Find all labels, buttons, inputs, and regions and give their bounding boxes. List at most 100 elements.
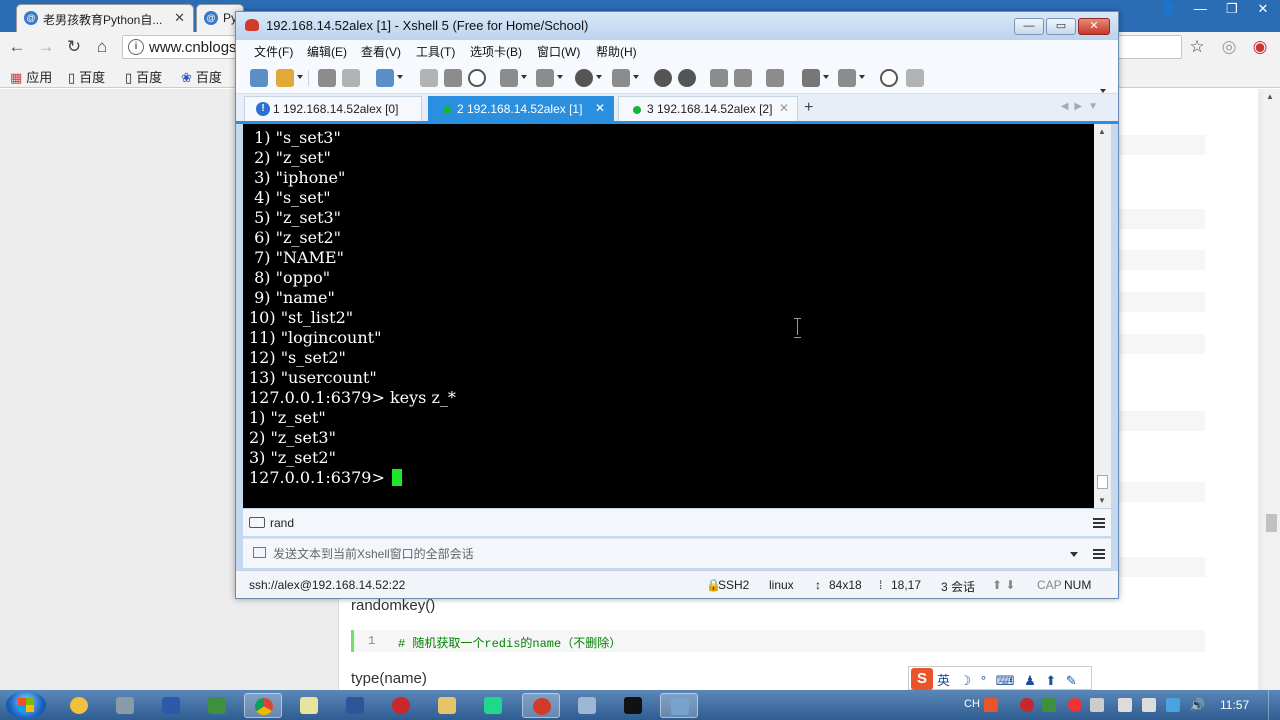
menu-window[interactable]: 窗口(W) [537, 43, 580, 60]
status-sessions[interactable]: 3 会话 [941, 578, 975, 595]
clock[interactable]: 11:57 [1220, 698, 1249, 712]
chevron-down-icon[interactable] [397, 75, 403, 79]
bookmark-baidu-2[interactable]: ▯ 百度 [125, 67, 162, 86]
chevron-down-icon[interactable] [633, 75, 639, 79]
scroll-down-icon[interactable]: ▼ [1098, 496, 1106, 505]
home-icon[interactable]: ⌂ [91, 37, 113, 57]
toolbar-overflow-icon[interactable] [1100, 89, 1106, 93]
copy-icon[interactable] [420, 69, 438, 87]
find-icon[interactable] [468, 69, 486, 87]
taskbar-app-4[interactable] [198, 693, 236, 718]
taskbar-chrome[interactable] [244, 693, 282, 718]
tab-scroll-icons[interactable]: ◀▶▼ [1061, 101, 1104, 112]
tab-close-icon[interactable]: ✕ [174, 10, 185, 26]
new-tab-icon[interactable] [802, 69, 820, 87]
opera-extension-icon[interactable]: ◉ [1249, 37, 1271, 57]
bookmark-baidu-3[interactable]: ❀ 百度 [181, 67, 222, 86]
send-to-all-input[interactable]: 发送文本到当前Xshell窗口的全部会话 [273, 545, 1073, 563]
user-icon[interactable]: 👤 [1156, 0, 1182, 18]
chat-icon[interactable] [906, 69, 924, 87]
globe-icon[interactable] [575, 69, 593, 87]
chevron-down-icon[interactable] [521, 75, 527, 79]
chevron-down-icon[interactable] [859, 75, 865, 79]
session-tab-1[interactable]: 2 192.168.14.52alex [1] ✕ [428, 96, 614, 121]
tray-app-icon[interactable] [1166, 698, 1180, 712]
keyboard-icon[interactable] [766, 69, 784, 87]
sogou-tray-icon[interactable] [984, 698, 998, 712]
taskbar-app-12[interactable] [568, 693, 606, 718]
disconnect-icon[interactable] [342, 69, 360, 87]
menu-file[interactable]: 文件(F) [254, 43, 293, 60]
xmanager-icon[interactable] [678, 69, 696, 87]
xftp-icon[interactable] [654, 69, 672, 87]
compose-menu-icon[interactable] [1093, 549, 1105, 559]
session-nav-icons[interactable]: ⬆ ⬇ [992, 578, 1015, 592]
browser-tab-1[interactable]: @ 老男孩教育Python自... ✕ [16, 4, 194, 32]
taskbar-cmd[interactable] [614, 693, 652, 718]
network-icon[interactable] [1118, 698, 1132, 712]
taskbar-word[interactable] [336, 693, 374, 718]
menu-tools[interactable]: 工具(T) [416, 43, 455, 60]
connect-icon[interactable] [318, 69, 336, 87]
add-tab-button[interactable]: + [804, 99, 813, 117]
start-button[interactable] [6, 691, 46, 719]
menu-tabs[interactable]: 选项卡(B) [470, 43, 522, 60]
minimize-icon[interactable]: — [1187, 0, 1213, 18]
help-icon[interactable] [880, 69, 898, 87]
scroll-up-icon[interactable]: ▲ [1266, 92, 1274, 101]
chevron-down-icon[interactable] [596, 75, 602, 79]
maximize-button[interactable]: ▭ [1046, 18, 1076, 35]
minimize-button[interactable]: — [1014, 18, 1044, 35]
tray-app-icon[interactable] [1042, 698, 1056, 712]
quick-command-button[interactable]: rand [270, 516, 294, 530]
extension-icon[interactable]: ◎ [1218, 37, 1240, 57]
close-button[interactable]: ✕ [1078, 18, 1110, 35]
session-tab-0[interactable]: ! 1 192.168.14.52alex [0] [244, 96, 422, 121]
chevron-down-icon[interactable] [297, 75, 303, 79]
layout-icon[interactable] [838, 69, 856, 87]
fullscreen-icon[interactable] [710, 69, 728, 87]
display-icon[interactable] [1142, 698, 1156, 712]
font-icon[interactable] [612, 69, 630, 87]
paste-icon[interactable] [444, 69, 462, 87]
taskbar-app-14[interactable] [660, 693, 698, 718]
terminal-scrollbar[interactable]: ▲ ▼ [1094, 124, 1111, 508]
taskbar-app-2[interactable] [106, 693, 144, 718]
properties-icon[interactable] [376, 69, 394, 87]
taskbar-pycharm[interactable] [474, 693, 512, 718]
lock-icon[interactable] [734, 69, 752, 87]
taskbar-explorer[interactable] [428, 693, 466, 718]
show-desktop-button[interactable] [1268, 690, 1280, 720]
terminal-prompt-line[interactable]: 127.0.0.1:6379> [249, 468, 456, 488]
quickbar-menu-icon[interactable] [1093, 518, 1105, 528]
ime-language[interactable]: CH [964, 698, 980, 710]
taskbar-app-3[interactable] [152, 693, 190, 718]
back-icon[interactable]: ← [6, 37, 28, 57]
info-icon[interactable]: i [128, 39, 144, 55]
menu-view[interactable]: 查看(V) [361, 43, 401, 60]
antivirus-icon[interactable] [1020, 698, 1034, 712]
chevron-down-icon[interactable] [823, 75, 829, 79]
menu-edit[interactable]: 编辑(E) [307, 43, 347, 60]
terminal-view[interactable]: 1) "s_set3" 2) "z_set" 3) "iphone" 4) "s… [243, 124, 1094, 508]
tab-close-icon[interactable]: ✕ [779, 101, 789, 115]
tray-app-icon[interactable] [1090, 698, 1104, 712]
reload-icon[interactable]: ↻ [63, 37, 85, 57]
bookmark-baidu-1[interactable]: ▯ 百度 [68, 67, 105, 86]
taskbar-app-8[interactable] [382, 693, 420, 718]
tab-close-icon[interactable]: ✕ [595, 101, 605, 115]
scroll-thumb[interactable] [1097, 475, 1108, 489]
new-session-icon[interactable] [250, 69, 268, 87]
chevron-down-icon[interactable] [1070, 552, 1078, 557]
taskbar-app-1[interactable] [60, 693, 98, 718]
taskbar-notepad[interactable] [290, 693, 328, 718]
scroll-thumb[interactable] [1266, 514, 1277, 532]
ime-options[interactable]: 英 ☽ ° ⌨ ♟ ⬆ ✎ [937, 670, 1080, 689]
record-icon[interactable] [1068, 698, 1082, 712]
open-folder-icon[interactable] [276, 69, 294, 87]
scroll-up-icon[interactable]: ▲ [1098, 127, 1106, 136]
volume-icon[interactable]: 🔊 [1190, 698, 1205, 712]
taskbar-xshell[interactable] [522, 693, 560, 718]
print-icon[interactable] [500, 69, 518, 87]
page-scrollbar[interactable]: ▲ [1263, 89, 1280, 690]
